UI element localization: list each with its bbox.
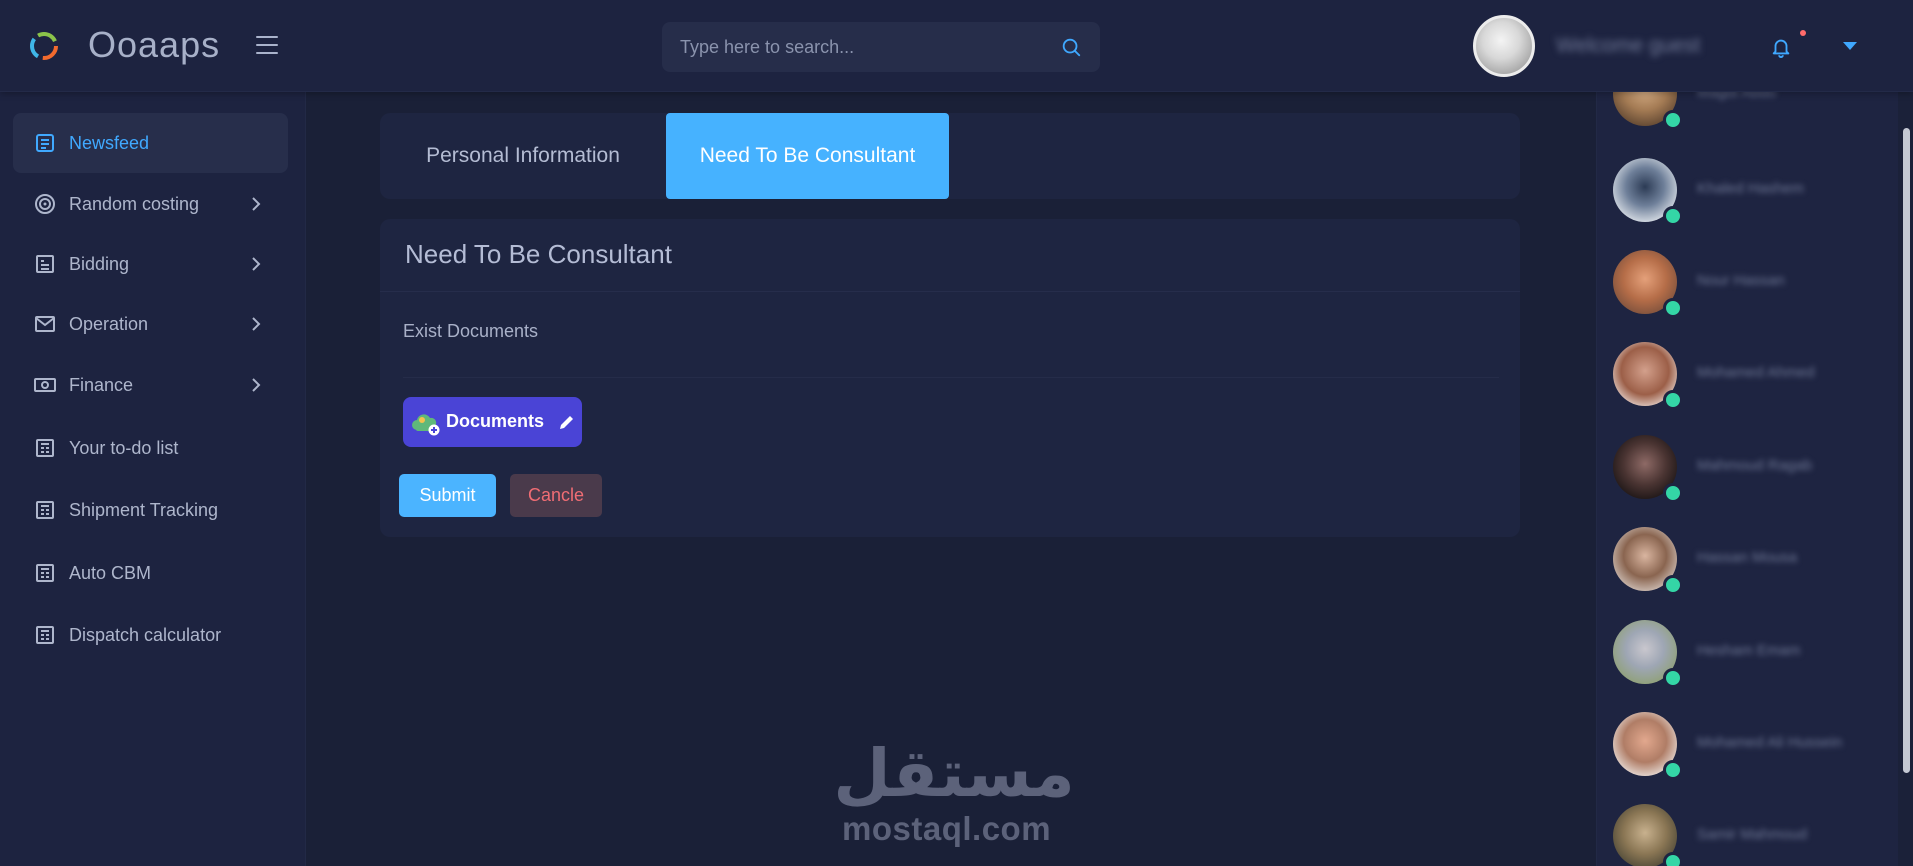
divider [403,377,1499,378]
contact-item[interactable]: Nour Hassan [1613,250,1893,320]
list-icon [36,255,54,273]
chevron-down-icon[interactable] [1843,42,1857,50]
contact-name: Hesham Emam [1697,642,1801,659]
form-title: Need To Be Consultant [405,239,672,269]
contact-item[interactable]: Hesham Emam [1613,620,1893,690]
sidebar-item-bidding[interactable]: Bidding [13,234,288,294]
online-status-dot [1663,110,1683,130]
contact-name: Mohamed Ahmed [1697,364,1815,381]
sidebar-item-todo[interactable]: Your to-do list [13,418,288,478]
tabs-bar: Personal Information Need To Be Consulta… [380,113,1520,199]
cancel-button[interactable]: Cancle [510,474,602,517]
contact-item[interactable]: Samir Mahmoud [1613,804,1893,866]
contact-name: Mahmoud Ragab [1697,457,1813,474]
chevron-right-icon [252,197,261,211]
sidebar-item-auto-cbm[interactable]: Auto CBM [13,543,288,603]
documents-label: Documents [446,411,545,431]
logo-icon[interactable] [28,30,60,62]
newspaper-icon [36,439,54,457]
contact-item[interactable]: Hassan Mousa [1613,527,1893,597]
bell-icon[interactable] [1770,36,1792,58]
search-icon[interactable] [1060,36,1082,58]
mail-icon [35,316,55,332]
watermark-logo: مستقل [838,735,1070,812]
newspaper-icon [36,564,54,582]
contact-item[interactable]: Mahmoud Ragab [1613,435,1893,505]
top-header: Ooaaps Welcome guest [0,0,1913,92]
online-status-dot [1663,298,1683,318]
tab-personal-information[interactable]: Personal Information [380,113,666,199]
contact-name: Hassan Mousa [1697,549,1798,566]
watermark-text: mostaql.com [842,810,1052,847]
contact-item[interactable]: Mohamed Ahmed [1613,342,1893,412]
sidebar-item-label: Finance [69,374,134,395]
sidebar-item-dispatch-calculator[interactable]: Dispatch calculator [13,605,288,665]
chevron-right-icon [252,257,261,271]
notification-badge [1800,30,1806,36]
contact-name: Mohamed Ali Hussein [1697,734,1843,751]
consultant-form-card: Need To Be Consultant Exist Documents Do… [380,219,1520,537]
sidebar-item-label: Newsfeed [69,132,150,153]
chevron-right-icon [252,378,261,392]
sidebar-item-label: Your to-do list [69,437,179,458]
money-icon [34,378,56,392]
menu-toggle-icon[interactable] [256,36,278,56]
sidebar-item-label: Bidding [69,253,130,274]
online-status-dot [1663,668,1683,688]
online-status-dot [1663,852,1683,866]
sidebar-item-label: Shipment Tracking [69,499,219,520]
contact-item[interactable]: Khaled Hashem [1613,158,1893,228]
submit-button[interactable]: Submit [399,474,496,517]
sidebar-item-random-costing[interactable]: Random costing [13,174,288,234]
sidebar: Newsfeed Random costing Bidding Operatio… [0,92,306,866]
contact-name: Nour Hassan [1697,272,1785,289]
online-status-dot [1663,760,1683,780]
contact-name: Magdi Abdo [1697,92,1777,101]
newspaper-icon [36,134,54,152]
contact-name: Khaled Hashem [1697,180,1804,197]
scrollbar-thumb[interactable] [1903,128,1910,773]
sidebar-item-label: Auto CBM [69,562,152,583]
chevron-right-icon [252,317,261,331]
sidebar-item-finance[interactable]: Finance [13,355,288,415]
sidebar-item-shipment-tracking[interactable]: Shipment Tracking [13,480,288,540]
search-bar [662,22,1100,72]
pencil-icon [560,416,573,429]
contact-item[interactable]: Mohamed Ali Hussein [1613,712,1893,782]
contact-name: Samir Mahmoud [1697,826,1808,843]
sidebar-item-label: Operation [69,313,149,334]
newspaper-icon [36,626,54,644]
user-avatar[interactable] [1473,15,1535,77]
sidebar-item-label: Random costing [69,193,200,214]
newspaper-icon [36,501,54,519]
online-status-dot [1663,206,1683,226]
target-icon [35,194,55,214]
watermark-arabic: مستقل [838,735,1070,812]
online-status-dot [1663,483,1683,503]
search-input[interactable] [680,36,1060,58]
online-status-dot [1663,575,1683,595]
sidebar-item-operation[interactable]: Operation [13,294,288,354]
tab-need-to-be-consultant[interactable]: Need To Be Consultant [666,113,949,199]
contact-item[interactable]: Magdi Abdo [1613,92,1893,132]
online-status-dot [1663,390,1683,410]
sidebar-item-label: Dispatch calculator [69,624,222,645]
brand-name[interactable]: Ooaaps [88,24,220,66]
welcome-text: Welcome guest [1556,34,1701,57]
cloud-upload-icon [412,414,440,436]
sidebar-item-newsfeed[interactable]: Newsfeed [13,113,288,173]
documents-button[interactable]: Documents [403,397,582,447]
divider [380,291,1520,292]
exist-documents-label: Exist Documents [403,321,539,341]
contacts-panel: Magdi Abdo Khaled Hashem Nour Hassan Moh… [1596,92,1898,866]
